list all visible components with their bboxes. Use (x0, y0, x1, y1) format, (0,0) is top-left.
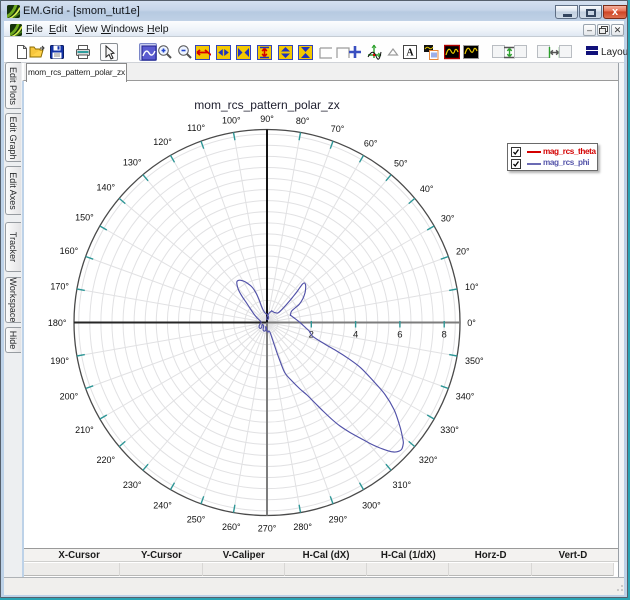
svg-text:4: 4 (353, 330, 358, 341)
svg-text:320°: 320° (419, 455, 438, 465)
svg-text:10°: 10° (465, 282, 479, 292)
svg-text:120°: 120° (153, 137, 172, 147)
svg-text:290°: 290° (329, 514, 348, 524)
svg-text:70°: 70° (331, 124, 345, 134)
svg-text:170°: 170° (50, 281, 69, 291)
svg-text:80°: 80° (296, 116, 310, 126)
svg-text:20°: 20° (456, 247, 470, 257)
svg-text:100°: 100° (222, 115, 241, 125)
svg-text:260°: 260° (222, 522, 241, 532)
svg-text:90°: 90° (260, 114, 274, 124)
svg-text:310°: 310° (392, 480, 411, 490)
svg-text:200°: 200° (60, 392, 79, 402)
svg-text:190°: 190° (50, 356, 69, 366)
svg-text:40°: 40° (420, 184, 434, 194)
svg-text:6: 6 (397, 330, 402, 341)
svg-text:250°: 250° (187, 514, 206, 524)
svg-text:350°: 350° (465, 356, 484, 366)
svg-text:340°: 340° (456, 392, 475, 402)
svg-text:140°: 140° (96, 183, 115, 193)
svg-text:300°: 300° (362, 500, 381, 510)
svg-text:210°: 210° (75, 425, 94, 435)
svg-text:230°: 230° (123, 480, 142, 490)
svg-text:240°: 240° (153, 500, 172, 510)
svg-text:220°: 220° (96, 455, 115, 465)
svg-text:0°: 0° (467, 318, 476, 328)
svg-text:mom_rcs_pattern_polar_zx: mom_rcs_pattern_polar_zx (194, 98, 339, 112)
svg-text:150°: 150° (75, 213, 94, 223)
svg-text:30°: 30° (441, 214, 455, 224)
svg-text:160°: 160° (60, 246, 79, 256)
svg-text:130°: 130° (123, 157, 142, 167)
svg-text:330°: 330° (440, 425, 459, 435)
svg-text:180°: 180° (48, 318, 67, 328)
svg-text:A: A (406, 48, 414, 59)
svg-text:280°: 280° (293, 522, 312, 532)
svg-text:60°: 60° (364, 138, 378, 148)
svg-text:50°: 50° (394, 159, 408, 169)
svg-text:110°: 110° (187, 123, 205, 133)
svg-text:8: 8 (442, 330, 447, 341)
svg-text:270°: 270° (258, 524, 277, 534)
